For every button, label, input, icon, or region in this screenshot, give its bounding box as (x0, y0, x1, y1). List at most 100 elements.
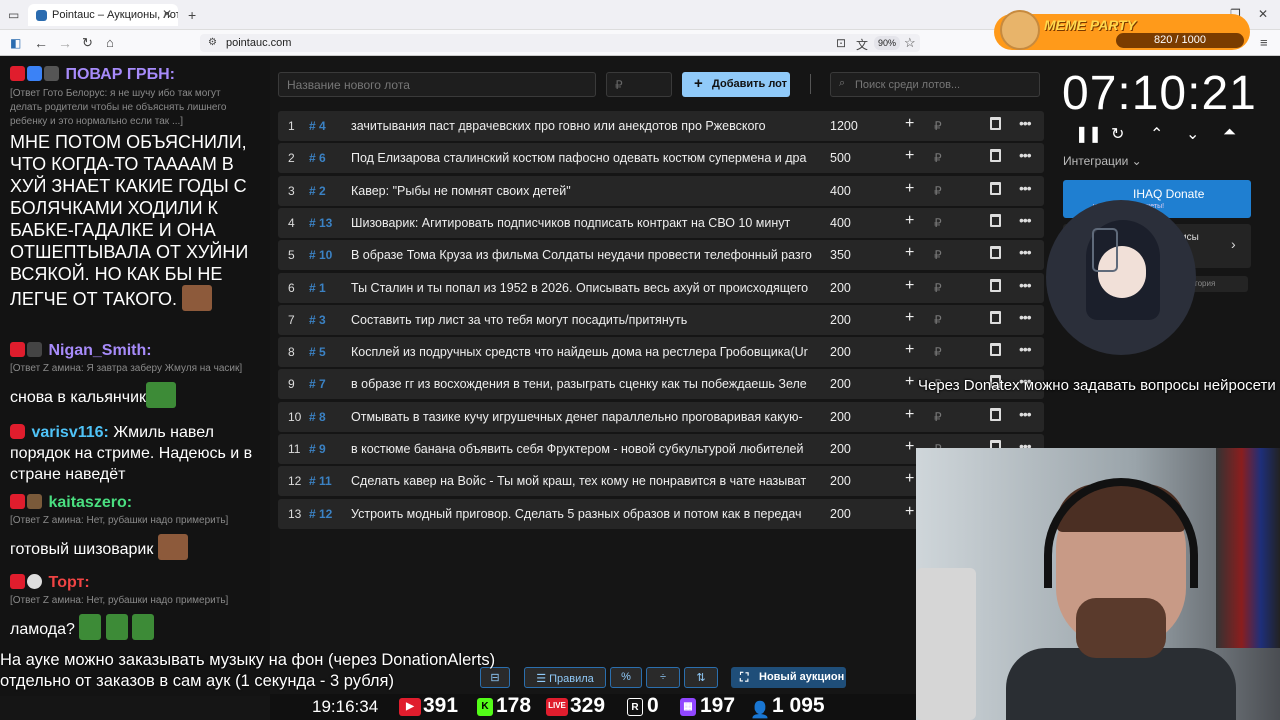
lot-name[interactable]: Ты Сталин и ты попал из 1952 в 2026. Опи… (351, 281, 813, 295)
add-amount-icon[interactable]: + (905, 341, 914, 359)
integrations-dropdown[interactable]: Интеграции ⌄ (1063, 154, 1142, 168)
reload-icon[interactable]: ↻ (82, 35, 93, 51)
lot-row[interactable]: 8 # 5 Косплей из подручных средств что най… (278, 337, 1044, 368)
more-options-icon[interactable]: ••• (1019, 147, 1032, 163)
new-lot-price-input[interactable]: ₽ (606, 72, 672, 97)
lot-amount[interactable]: 400 (830, 216, 851, 230)
lot-name[interactable]: Отмывать в тазике кучу игрушечных денег … (351, 410, 813, 424)
lot-amount[interactable]: 400 (830, 184, 851, 198)
lot-row[interactable]: 6 # 1 Ты Сталин и ты попал из 1952 в 2026.… (278, 272, 1044, 303)
home-icon[interactable]: ⌂ (106, 35, 114, 50)
lot-rub-input[interactable]: ₽ (934, 184, 942, 198)
lot-amount[interactable]: 200 (830, 377, 851, 391)
lot-row[interactable]: 4 # 13 Шизоварик: Агитировать подписчиков … (278, 207, 1044, 238)
lot-name[interactable]: в костюме банана объявить себя Фруктером… (351, 442, 813, 456)
lot-name[interactable]: Сделать кавер на Войс - Ты мой краш, тех… (351, 474, 813, 488)
lot-row[interactable]: 10 # 8 Отмывать в тазике кучу игрушечных д… (278, 401, 1044, 432)
trash-icon[interactable] (990, 213, 1001, 227)
lot-row[interactable]: 7 # 3 Составить тир лист за что тебя могут… (278, 304, 1044, 335)
lot-rub-input[interactable]: ₽ (934, 313, 942, 327)
sort-button[interactable]: ⇅ (684, 667, 718, 688)
lot-amount[interactable]: 1200 (830, 119, 858, 133)
lot-rub-input[interactable]: ₽ (934, 281, 942, 295)
add-amount-icon[interactable]: + (905, 277, 914, 295)
browser-tab[interactable]: Pointauc – Аукционы, лотереи ✕ (28, 4, 178, 26)
close-window-icon[interactable]: ✕ (1258, 7, 1268, 21)
trash-icon[interactable] (990, 117, 1001, 130)
more-options-icon[interactable]: ••• (1019, 406, 1032, 422)
add-amount-icon[interactable]: + (905, 147, 914, 165)
add-amount-icon[interactable]: + (905, 309, 914, 327)
add-amount-icon[interactable]: + (905, 406, 914, 424)
lot-row[interactable]: 1 # 4 зачитывания паст дврачевских про гов… (278, 111, 1044, 141)
add-amount-icon[interactable]: + (905, 115, 914, 133)
lot-amount[interactable]: 500 (830, 151, 851, 165)
trash-icon[interactable] (990, 310, 1001, 324)
lot-amount[interactable]: 200 (830, 507, 851, 521)
lot-rub-input[interactable]: ₽ (934, 410, 942, 424)
reader-view-icon[interactable]: ⊡ (836, 36, 846, 50)
more-options-icon[interactable]: ••• (1019, 180, 1032, 196)
lot-amount[interactable]: 200 (830, 410, 851, 424)
add-amount-icon[interactable]: + (905, 373, 914, 391)
percent-button[interactable]: % (610, 667, 642, 688)
add-amount-icon[interactable]: + (905, 244, 914, 262)
address-field[interactable]: ⚙ pointauc.com (200, 34, 920, 52)
more-options-icon[interactable]: ••• (1019, 212, 1032, 228)
close-tab-icon[interactable]: ✕ (162, 7, 172, 21)
add-lot-button[interactable]: + Добавить лот (682, 72, 790, 97)
add-amount-icon[interactable]: + (905, 180, 914, 198)
trash-icon[interactable] (990, 343, 1001, 357)
lot-name[interactable]: Кавер: "Рыбы не помнят своих детей" (351, 184, 813, 198)
lot-name[interactable]: в образе гг из восхождения в тени, разыг… (351, 377, 813, 391)
new-lot-name-input[interactable]: Название нового лота (278, 72, 596, 97)
lot-name[interactable]: зачитывания паст дврачевских про говно и… (351, 119, 813, 133)
restart-icon[interactable]: ↻ (1111, 124, 1124, 144)
lot-rub-input[interactable]: ₽ (934, 151, 942, 165)
lot-name[interactable]: Косплей из подручных средств что найдешь… (351, 345, 813, 359)
lot-row[interactable]: 3 # 2 Кавер: "Рыбы не помнят своих детей" 4… (278, 175, 1044, 206)
site-info-icon[interactable]: ⚙ (208, 37, 217, 48)
new-tab-icon[interactable]: + (188, 7, 196, 23)
lot-name[interactable]: В образе Тома Круза из фильма Солдаты не… (351, 248, 813, 262)
divide-button[interactable]: ÷ (646, 667, 680, 688)
translate-icon[interactable]: 文 (856, 36, 868, 53)
lot-amount[interactable]: 350 (830, 248, 851, 262)
sidebar-icon[interactable]: ◧ (10, 36, 21, 50)
lot-amount[interactable]: 200 (830, 474, 851, 488)
trash-icon[interactable] (990, 246, 1001, 260)
back-icon[interactable]: ← (34, 35, 48, 51)
lot-row[interactable]: 2 # 6 Под Елизарова сталинский костюм пафо… (278, 143, 1044, 174)
add-amount-icon[interactable]: + (905, 212, 914, 230)
lot-rub-input[interactable]: ₽ (934, 119, 942, 133)
lot-row[interactable]: 5 # 10 В образе Тома Круза из фильма Солда… (278, 240, 1044, 271)
chevron-up-icon[interactable]: ⌃ (1150, 124, 1163, 144)
more-options-icon[interactable]: ••• (1019, 244, 1032, 260)
forward-icon[interactable]: → (58, 35, 72, 51)
bookmark-star-icon[interactable]: ☆ (904, 35, 916, 51)
trash-icon[interactable] (990, 181, 1001, 195)
add-amount-icon[interactable]: + (905, 470, 914, 488)
rules-button[interactable]: ☰ Правила (524, 667, 606, 688)
trash-icon[interactable] (990, 149, 1001, 163)
lot-name[interactable]: Под Елизарова сталинский костюм пафосно … (351, 151, 813, 165)
more-options-icon[interactable]: ••• (1019, 341, 1032, 357)
lot-amount[interactable]: 200 (830, 442, 851, 456)
lot-amount[interactable]: 200 (830, 313, 851, 327)
lot-rub-input[interactable]: ₽ (934, 248, 942, 262)
lot-rub-input[interactable]: ₽ (934, 216, 942, 230)
double-chevron-up-icon[interactable]: ⏶ (1223, 124, 1236, 142)
more-options-icon[interactable]: ••• (1019, 309, 1032, 325)
lot-name[interactable]: Составить тир лист за что тебя могут пос… (351, 313, 813, 327)
more-options-icon[interactable]: ••• (1019, 277, 1032, 293)
zoom-level[interactable]: 90% (874, 36, 901, 50)
menu-icon[interactable]: ≡ (1260, 35, 1268, 50)
lot-name[interactable]: Устроить модный приговор. Сделать 5 разн… (351, 507, 813, 521)
trash-icon[interactable] (990, 407, 1001, 421)
new-auction-button[interactable]: ⛶ Новый аукцион (731, 667, 846, 688)
chevron-down-icon[interactable]: ⌄ (1186, 124, 1199, 144)
lot-search-input[interactable]: ⌕ Поиск среди лотов... (830, 72, 1040, 97)
lot-amount[interactable]: 200 (830, 281, 851, 295)
trash-icon[interactable] (990, 278, 1001, 292)
lot-rub-input[interactable]: ₽ (934, 345, 942, 359)
